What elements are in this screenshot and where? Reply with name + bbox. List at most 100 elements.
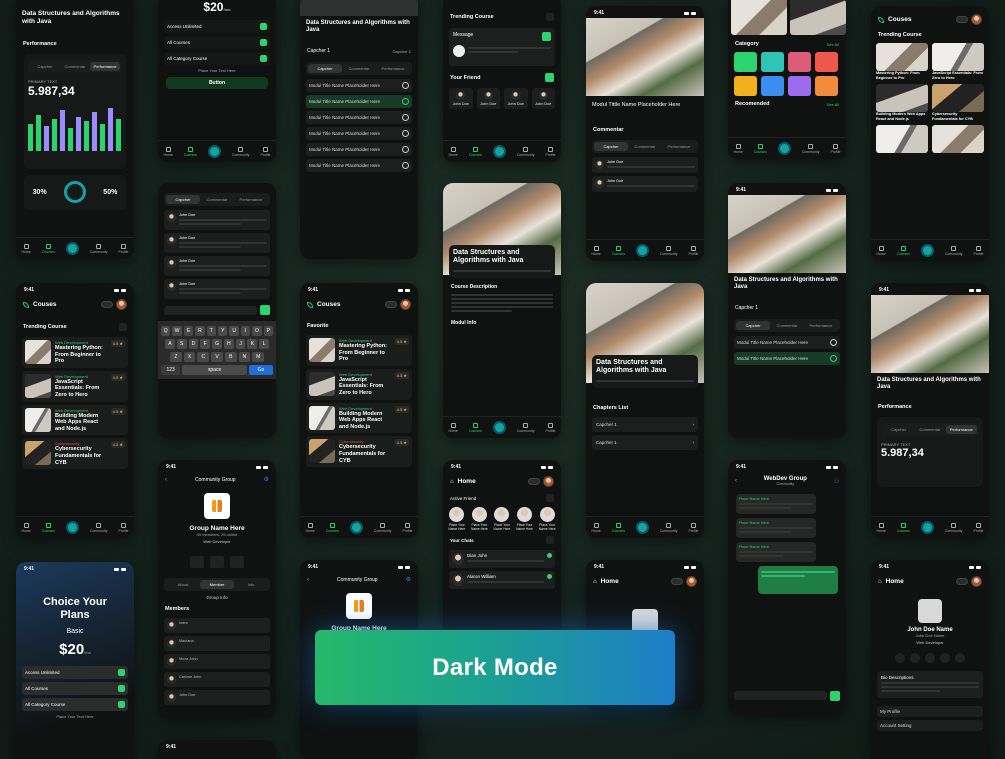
course-tile[interactable] xyxy=(876,125,928,154)
tab-courses[interactable]: Courses xyxy=(184,146,197,157)
fab-button[interactable] xyxy=(492,145,506,158)
avatar[interactable] xyxy=(400,299,411,310)
tab-home[interactable]: Home xyxy=(733,143,743,154)
video-player[interactable] xyxy=(728,195,846,273)
tab-community[interactable]: Community xyxy=(660,522,678,533)
module-item[interactable]: Modul Title Name Placeholder Here xyxy=(306,143,412,157)
member-item[interactable]: Moza John xyxy=(164,654,270,669)
fab-button[interactable] xyxy=(65,242,79,255)
theme-toggle[interactable] xyxy=(528,478,540,485)
category-tile[interactable] xyxy=(734,76,757,96)
comment-input[interactable] xyxy=(164,305,257,315)
active-friend[interactable]: Place Your Name Here xyxy=(447,507,467,531)
module-tabs[interactable]: Capcher Commentar Performance xyxy=(734,319,840,333)
member-item[interactable]: John Doe xyxy=(164,690,270,705)
friend-item[interactable]: John Doe xyxy=(504,88,528,109)
theme-toggle[interactable] xyxy=(956,578,968,585)
tab-courses[interactable]: Courses xyxy=(469,422,482,433)
fab-button[interactable] xyxy=(635,244,649,257)
plan-option[interactable]: All Category Course xyxy=(164,52,270,65)
primary-button[interactable]: Button xyxy=(166,77,268,89)
course-tile[interactable]: Building Modern Web Apps React and Node.… xyxy=(876,84,928,121)
tab-community[interactable]: Community xyxy=(660,245,678,256)
member-item[interactable]: Maulana xyxy=(164,636,270,651)
fab-button[interactable] xyxy=(920,244,934,257)
plan-option[interactable]: Access Unlimited xyxy=(164,20,270,33)
active-friend[interactable]: Place Your Name Here xyxy=(515,507,535,531)
avatar[interactable] xyxy=(116,299,127,310)
course-card[interactable]: Cybersecurity Cybersecurity Fundamentals … xyxy=(22,438,128,470)
my-profile-item[interactable]: My Profile xyxy=(877,706,983,717)
tab-community[interactable]: Community xyxy=(802,143,820,154)
tab-profile[interactable]: Profile xyxy=(974,245,983,256)
tab-home[interactable]: Home xyxy=(591,522,601,533)
module-item[interactable]: Modul Title Name Placeholder Here xyxy=(734,352,840,366)
module-item[interactable]: Modul Title Name Placeholder Here xyxy=(306,79,412,93)
back-icon[interactable]: ‹ xyxy=(307,577,309,583)
social-icon[interactable] xyxy=(955,653,965,663)
tab-home[interactable]: Home xyxy=(448,422,458,433)
active-friend[interactable]: Place Your Name Here xyxy=(537,507,557,531)
course-card[interactable]: Web Development Mastering Python: From Be… xyxy=(306,335,412,366)
tab-courses[interactable]: Courses xyxy=(897,522,910,533)
avatar[interactable] xyxy=(686,576,697,587)
fab-button[interactable] xyxy=(349,521,363,534)
message-input[interactable] xyxy=(734,691,827,700)
module-item[interactable]: Modul Title Name Placeholder Here xyxy=(306,127,412,141)
social-icon[interactable] xyxy=(910,653,920,663)
avatar[interactable] xyxy=(971,14,982,25)
performance-tabs[interactable]: Capcher Commentar Performance xyxy=(28,59,122,73)
tab-courses[interactable]: Courses xyxy=(469,146,482,157)
numbers-key[interactable]: 123 xyxy=(161,364,181,375)
tab-profile[interactable]: Profile xyxy=(689,245,698,256)
theme-toggle[interactable] xyxy=(385,301,397,308)
tab-profile[interactable]: Profile xyxy=(689,522,698,533)
module-item[interactable]: Modul Title Name Placeholder Here xyxy=(306,159,412,173)
friend-item[interactable]: John Doe xyxy=(476,88,500,109)
tab-profile[interactable]: Profile xyxy=(119,243,128,254)
category-tile[interactable] xyxy=(761,76,784,96)
account-setting-item[interactable]: Account Setting xyxy=(877,720,983,731)
go-key[interactable]: Go xyxy=(248,364,273,375)
tab-profile[interactable]: Profile xyxy=(974,522,983,533)
module-item[interactable]: Modul Title Name Placeholder Here xyxy=(306,95,412,109)
tab-home[interactable]: Home xyxy=(448,146,458,157)
tab-home[interactable]: Home xyxy=(21,522,31,533)
member-item[interactable]: Indra xyxy=(164,618,270,633)
back-icon[interactable]: ‹ xyxy=(165,477,167,483)
avatar[interactable] xyxy=(971,576,982,587)
tab-courses[interactable]: Courses xyxy=(612,245,625,256)
tab-home[interactable]: Home xyxy=(876,522,886,533)
comment-tabs[interactable]: Capcher Commentar Performance xyxy=(164,193,270,206)
course-card[interactable]: Web Development JavaScript Essentials: Fr… xyxy=(306,368,412,400)
file-icon[interactable] xyxy=(210,556,224,568)
chapter-item[interactable]: Capcher 1 › xyxy=(592,416,698,432)
tab-community[interactable]: Community xyxy=(90,522,108,533)
course-card[interactable]: Web Development JavaScript Essentials: Fr… xyxy=(22,370,128,402)
course-tile[interactable]: Cybersecurity Fundamentals for CYB xyxy=(932,84,984,121)
active-friend[interactable]: Place Your Name Here xyxy=(492,507,512,531)
theme-toggle[interactable] xyxy=(956,16,968,23)
social-icon[interactable] xyxy=(895,653,905,663)
back-icon[interactable]: ‹ xyxy=(735,478,737,484)
category-tile[interactable] xyxy=(788,76,811,96)
friend-item[interactable]: John Doe xyxy=(449,88,473,109)
tab-community[interactable]: Community xyxy=(945,522,963,533)
settings-icon[interactable]: ⚙ xyxy=(406,576,411,583)
tab-courses[interactable]: Courses xyxy=(326,522,339,533)
category-tile[interactable] xyxy=(734,52,757,72)
theme-toggle[interactable] xyxy=(101,301,113,308)
tab-community[interactable]: Community xyxy=(517,146,535,157)
tab-home[interactable]: Home xyxy=(21,243,31,254)
tab-courses[interactable]: Courses xyxy=(897,245,910,256)
tab-home[interactable]: Home xyxy=(591,245,601,256)
friend-item[interactable]: John Doe xyxy=(531,88,555,109)
avatar[interactable] xyxy=(543,476,554,487)
tab-courses[interactable]: Courses xyxy=(754,143,767,154)
fab-button[interactable] xyxy=(492,421,506,434)
course-card[interactable]: Web Development Building Modern Web Apps … xyxy=(306,402,412,434)
tab-profile[interactable]: Profile xyxy=(831,143,840,154)
call-icon[interactable] xyxy=(190,556,204,568)
social-icon[interactable] xyxy=(940,653,950,663)
active-friend[interactable]: Place Your Name Here xyxy=(470,507,490,531)
